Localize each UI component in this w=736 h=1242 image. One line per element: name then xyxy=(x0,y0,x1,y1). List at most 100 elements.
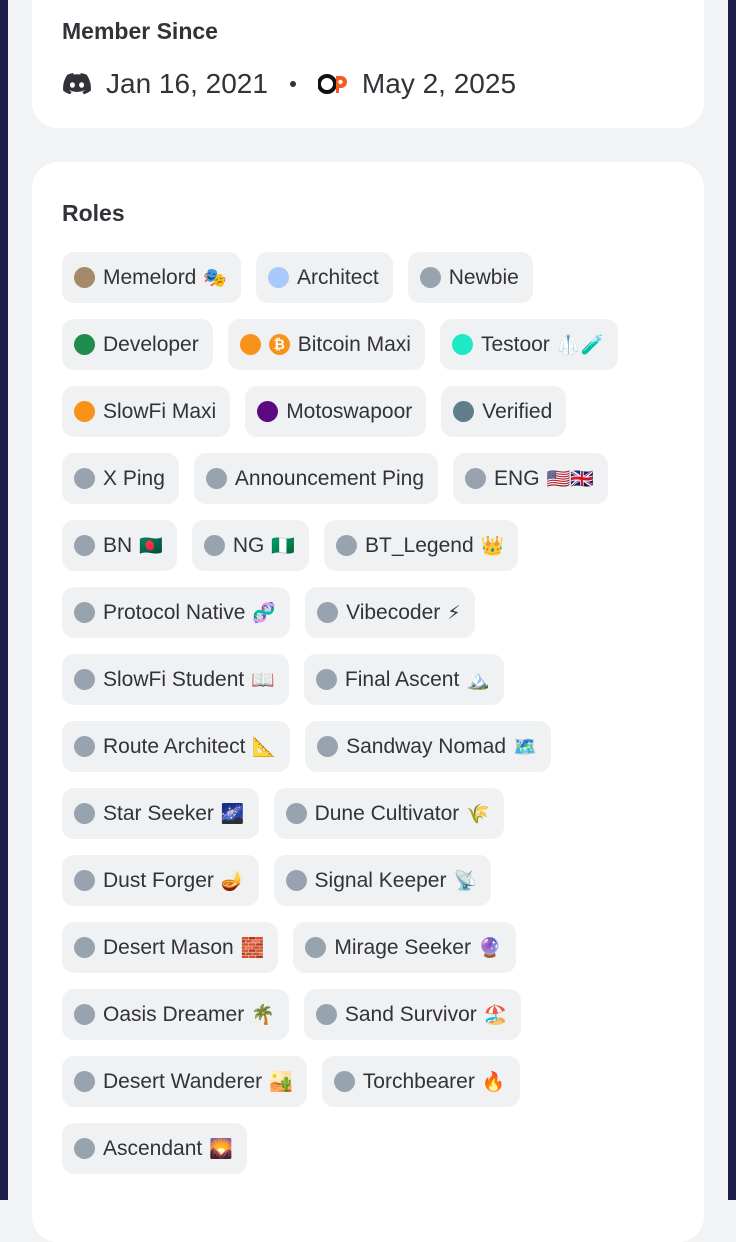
role-emoji-icon: 🗺️ xyxy=(513,736,537,758)
role-label: BN xyxy=(103,533,133,557)
role-label: Verified xyxy=(482,399,553,423)
bitcoin-icon: ₿ xyxy=(268,334,290,355)
role-chip[interactable]: Ascendant 🌄 xyxy=(62,1123,247,1174)
role-color-dot xyxy=(74,267,95,288)
role-chip[interactable]: Dust Forger 🪔 xyxy=(62,855,259,906)
role-chip[interactable]: Vibecoder ⚡ xyxy=(305,587,475,638)
role-emoji-icon: 🪔 xyxy=(220,870,245,892)
role-chip[interactable]: Newbie xyxy=(407,252,533,303)
role-chip[interactable]: Memelord 🎭 xyxy=(62,252,242,303)
role-chip[interactable]: BN 🇧🇩 xyxy=(62,520,177,571)
role-label: Mirage Seeker xyxy=(334,935,471,959)
role-color-dot xyxy=(74,669,95,690)
role-chip[interactable]: Final Ascent 🏔️ xyxy=(303,654,504,705)
role-label: Star Seeker xyxy=(103,801,214,825)
role-color-dot xyxy=(74,803,95,824)
role-label: Final Ascent xyxy=(344,667,460,691)
role-chip[interactable]: Architect xyxy=(256,252,393,303)
role-color-dot xyxy=(74,937,95,958)
role-label: Memelord xyxy=(103,265,197,289)
role-color-dot xyxy=(268,267,290,288)
roles-card: Roles Memelord 🎭 Architect Newbie Developer ₿… xyxy=(32,162,704,1242)
member-dates-row: Jan 16, 2021 May 2, 2025 xyxy=(62,66,674,102)
role-color-dot xyxy=(465,468,487,489)
role-color-dot xyxy=(205,468,227,489)
roles-list: Memelord 🎭 Architect Newbie Developer ₿ Bitcoi… xyxy=(62,252,682,1174)
role-label: Sandway Nomad xyxy=(346,734,506,758)
role-emoji-icon: 🌴 xyxy=(251,1004,275,1026)
role-emoji-icon: 📡 xyxy=(453,870,478,892)
discord-join-date: Jan 16, 2021 xyxy=(106,68,268,99)
role-chip[interactable]: Dune Cultivator 🌾 xyxy=(273,788,504,839)
role-color-dot xyxy=(315,669,337,690)
role-chip[interactable]: Desert Mason 🧱 xyxy=(62,922,279,973)
role-label: Torchbearer xyxy=(362,1069,475,1093)
role-color-dot xyxy=(74,1138,95,1159)
role-color-dot xyxy=(285,870,307,891)
role-emoji-icon: 📐 xyxy=(252,736,277,758)
role-color-dot xyxy=(315,1004,337,1025)
role-chip[interactable]: Verified xyxy=(441,386,567,437)
role-color-dot xyxy=(74,1004,95,1025)
op-logo-icon xyxy=(317,69,348,99)
role-color-dot xyxy=(285,803,307,824)
role-label: SlowFi Student xyxy=(103,667,245,691)
role-emoji-icon: 🌄 xyxy=(209,1138,233,1160)
role-chip[interactable]: Signal Keeper 📡 xyxy=(273,855,492,906)
role-label: Ascendant xyxy=(103,1136,203,1160)
role-color-dot xyxy=(74,535,95,556)
role-chip[interactable]: Sandway Nomad 🗺️ xyxy=(305,721,551,772)
role-chip[interactable]: NG 🇳🇬 xyxy=(191,520,310,571)
role-color-dot xyxy=(451,334,473,355)
role-color-dot xyxy=(257,401,279,422)
role-chip[interactable]: Protocol Native 🧬 xyxy=(62,587,291,638)
role-chip[interactable]: Torchbearer 🔥 xyxy=(321,1056,520,1107)
role-color-dot xyxy=(419,267,441,288)
role-chip[interactable]: Announcement Ping xyxy=(193,453,439,504)
role-emoji-icon: 👑 xyxy=(480,535,505,557)
role-emoji-icon: 🏔️ xyxy=(466,669,490,691)
role-chip[interactable]: Motoswapoor xyxy=(245,386,427,437)
role-chip[interactable]: BT_Legend 👑 xyxy=(324,520,519,571)
role-label: Dust Forger xyxy=(103,868,214,892)
role-emoji-icon: 🧬 xyxy=(252,602,277,624)
role-color-dot xyxy=(74,401,95,422)
role-chip[interactable]: Oasis Dreamer 🌴 xyxy=(62,989,289,1040)
role-color-dot xyxy=(74,1071,95,1092)
role-emoji-icon: 🌾 xyxy=(466,803,490,825)
role-chip[interactable]: Desert Wanderer 🏜️ xyxy=(62,1056,307,1107)
role-chip[interactable]: ENG 🇺🇸🇬🇧 xyxy=(453,453,608,504)
role-label: Developer xyxy=(103,332,199,356)
role-label: Vibecoder xyxy=(346,600,441,624)
role-label: Dune Cultivator xyxy=(314,801,460,825)
role-color-dot xyxy=(74,736,95,757)
role-chip[interactable]: Sand Survivor 🏖️ xyxy=(303,989,522,1040)
role-color-dot xyxy=(453,401,475,422)
role-label: Signal Keeper xyxy=(314,868,447,892)
role-chip[interactable]: Developer xyxy=(62,319,213,370)
role-label: Desert Wanderer xyxy=(103,1069,263,1093)
role-color-dot xyxy=(74,870,95,891)
role-chip[interactable]: Star Seeker 🌌 xyxy=(62,788,259,839)
role-chip[interactable]: Mirage Seeker 🔮 xyxy=(293,922,516,973)
role-chip[interactable]: SlowFi Student 📖 xyxy=(62,654,289,705)
date-separator-dot xyxy=(289,81,296,87)
role-emoji-icon: 🌌 xyxy=(220,803,245,825)
role-chip[interactable]: Testoor 🥼🧪 xyxy=(439,319,619,370)
role-color-dot xyxy=(333,1071,355,1092)
role-color-dot xyxy=(74,334,95,355)
role-label: NG xyxy=(232,533,265,557)
role-color-dot xyxy=(74,468,95,489)
role-chip[interactable]: X Ping xyxy=(62,453,179,504)
member-since-card: Member Since Jan 16, 2021 May 2, 2025 xyxy=(32,0,704,128)
role-chip[interactable]: Route Architect 📐 xyxy=(62,721,291,772)
role-label: Motoswapoor xyxy=(286,399,413,423)
platform-join-date: May 2, 2025 xyxy=(361,68,517,99)
role-label: Protocol Native xyxy=(103,600,246,624)
role-color-dot xyxy=(336,535,358,556)
role-chip[interactable]: ₿ Bitcoin Maxi xyxy=(227,319,425,370)
role-chip[interactable]: SlowFi Maxi xyxy=(62,386,231,437)
role-label: Architect xyxy=(297,265,379,289)
role-emoji-icon: 🎭 xyxy=(203,267,228,289)
role-emoji-icon: 🏖️ xyxy=(483,1004,508,1026)
